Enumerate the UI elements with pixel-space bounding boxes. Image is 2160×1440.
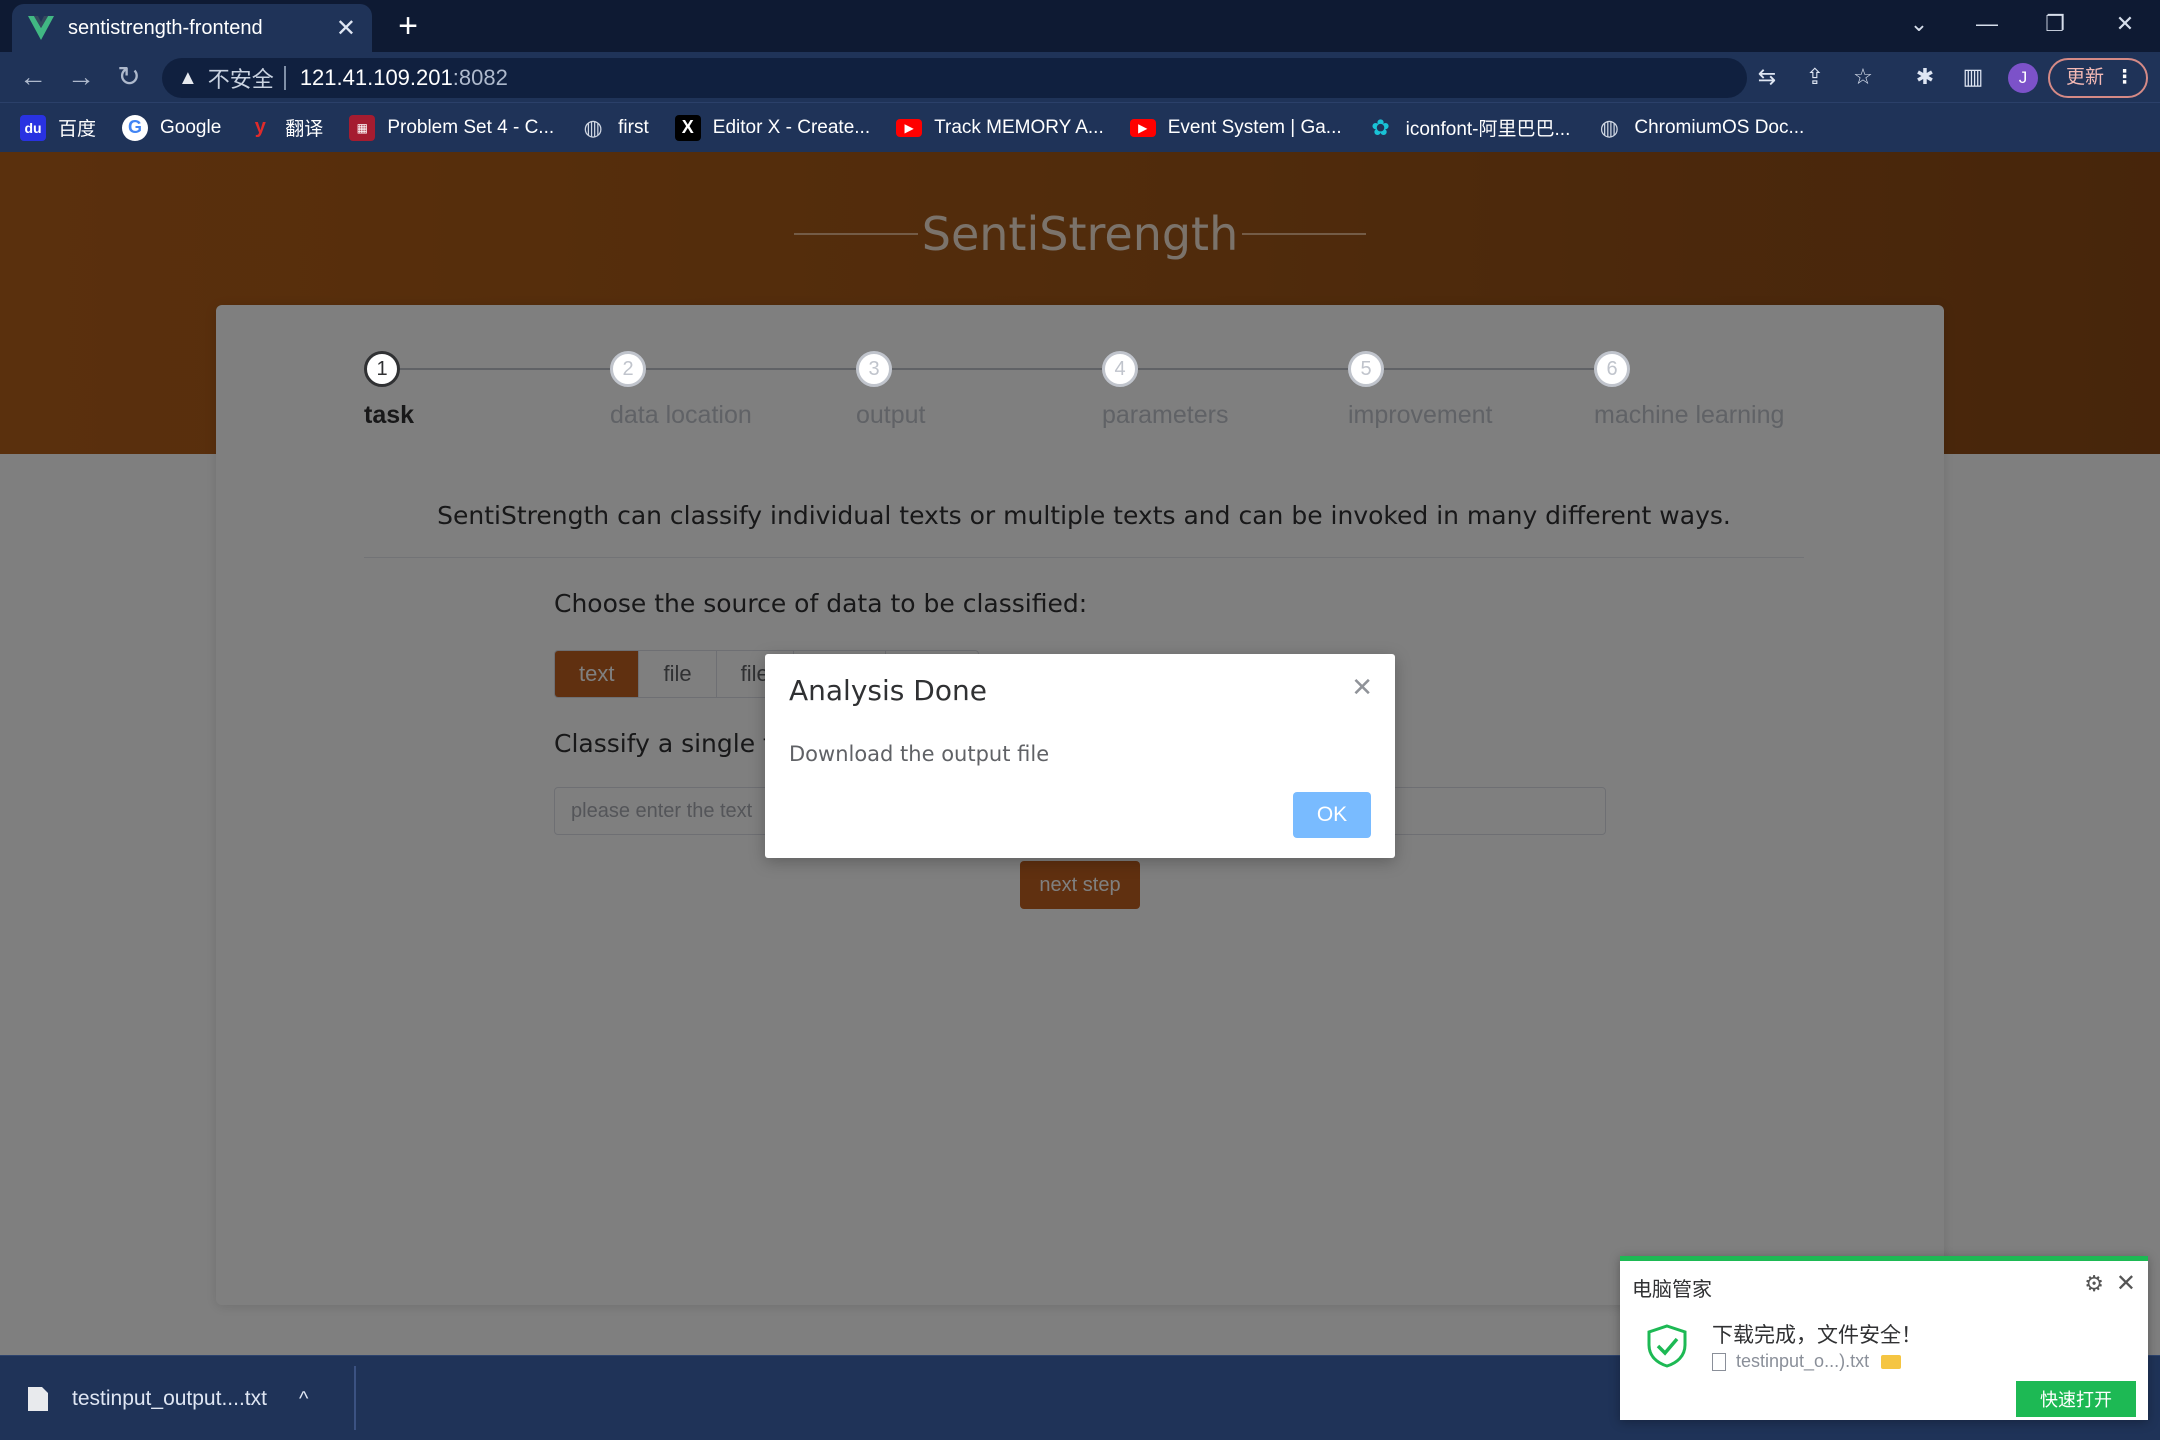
update-button[interactable]: 更新 ⋮	[2048, 58, 2148, 98]
iconfont-icon: ✿	[1371, 114, 1390, 140]
browser-tab[interactable]: sentistrength-frontend ✕	[12, 4, 372, 52]
tab-search-icon[interactable]: ⌄	[1894, 4, 1944, 44]
bookmarks-bar: du 百度 G Google y 翻译 ▦ Problem Set 4 - C... ◍…	[0, 102, 2160, 152]
restore-icon[interactable]: ❐	[2030, 4, 2080, 44]
browser-titlebar: sentistrength-frontend ✕ + ⌄ — ❐ ✕	[0, 0, 2160, 52]
analysis-done-dialog: Analysis Done ✕ Download the output file…	[765, 654, 1395, 858]
file-icon	[28, 1387, 48, 1411]
update-label: 更新	[2066, 67, 2105, 88]
gear-icon[interactable]: ⚙	[2084, 1271, 2104, 1297]
address-bar[interactable]: ▲ 不安全 121.41.109.201 :8082	[162, 58, 1747, 98]
bookmark-label: Editor X - Create...	[712, 116, 871, 138]
step-number: 5	[1348, 351, 1384, 387]
bookmark-item[interactable]: y 翻译	[247, 114, 324, 141]
bookmark-label: Google	[160, 116, 222, 138]
dialog-message: Download the output file	[789, 742, 1050, 766]
step-number: 6	[1594, 351, 1630, 387]
step-number: 1	[364, 351, 400, 387]
share-icon[interactable]: ⇪	[1800, 62, 1830, 92]
folder-icon[interactable]	[1881, 1354, 1902, 1369]
youtube-icon: ▶	[896, 118, 923, 137]
reload-icon[interactable]: ↻	[112, 60, 146, 94]
download-filename: testinput_output....txt	[72, 1387, 267, 1410]
baidu-icon: du	[20, 114, 46, 141]
download-separator	[354, 1366, 356, 1430]
bookmark-label: 翻译	[285, 119, 324, 140]
chevron-up-icon[interactable]: ^	[299, 1388, 308, 1411]
forward-icon[interactable]: →	[64, 60, 98, 94]
tab-close-icon[interactable]: ✕	[336, 14, 356, 43]
harvard-icon: ▦	[349, 114, 376, 141]
step-number: 3	[856, 351, 892, 387]
quick-open-button[interactable]: 快速打开	[2016, 1381, 2136, 1417]
bookmark-label: Track MEMORY A...	[934, 116, 1104, 138]
globe-icon: ◍	[1599, 114, 1619, 140]
menu-kebab-icon: ⋮	[2115, 67, 2134, 88]
browser-toolbar: ← → ↻ ▲ 不安全 121.41.109.201 :8082 ⇆ ⇪ ☆ ✱…	[0, 52, 2160, 102]
dialog-title: Analysis Done	[789, 674, 987, 707]
step-number: 2	[610, 351, 646, 387]
youdao-icon: y	[254, 116, 266, 138]
vue-favicon-icon	[28, 15, 54, 41]
side-panel-icon[interactable]: ▥	[1958, 62, 1988, 92]
dialog-close-icon[interactable]: ✕	[1351, 672, 1373, 703]
toast-close-icon[interactable]: ✕	[2116, 1269, 2136, 1298]
bookmark-item[interactable]: du 百度	[20, 114, 96, 141]
toast-message: 下载完成，文件安全！	[1712, 1324, 1922, 1347]
page-viewport: SentiStrength 1 task 2 data location 3 o…	[0, 152, 2160, 1355]
bookmark-item[interactable]: ✿ iconfont-阿里巴巴...	[1368, 114, 1571, 141]
bookmark-label: first	[618, 116, 649, 138]
bookmark-label: ChromiumOS Doc...	[1634, 116, 1805, 138]
globe-icon: ◍	[583, 114, 603, 140]
bookmark-star-icon[interactable]: ☆	[1848, 62, 1878, 92]
translate-icon[interactable]: ⇆	[1752, 62, 1782, 92]
security-label: 不安全	[207, 67, 274, 92]
google-icon: G	[122, 114, 149, 141]
url-port: :8082	[452, 65, 508, 90]
bookmark-item[interactable]: G Google	[122, 114, 222, 141]
shield-check-icon	[1647, 1324, 1687, 1368]
document-icon	[1712, 1352, 1726, 1371]
editorx-icon: X	[674, 114, 701, 141]
address-separator	[283, 66, 286, 90]
toast-filename: testinput_o...).txt	[1736, 1351, 1870, 1371]
back-icon[interactable]: ←	[16, 60, 50, 94]
bookmark-label: iconfont-阿里巴巴...	[1405, 119, 1571, 140]
security-toast: 电脑管家 ⚙ ✕ 下载完成，文件安全！ testinput_o...).txt …	[1620, 1256, 2148, 1420]
url-host: 121.41.109.201	[299, 65, 453, 90]
bookmark-item[interactable]: ▶ Track MEMORY A...	[896, 117, 1104, 139]
minimize-icon[interactable]: —	[1962, 4, 2012, 44]
bookmark-label: 百度	[58, 119, 97, 140]
bookmark-item[interactable]: ▶ Event System | Ga...	[1129, 116, 1342, 139]
new-tab-button[interactable]: +	[390, 8, 426, 44]
bookmark-label: Problem Set 4 - C...	[387, 116, 555, 138]
toast-title: 电脑管家	[1632, 1279, 1712, 1301]
ok-button[interactable]: OK	[1293, 792, 1371, 838]
bookmark-item[interactable]: ▦ Problem Set 4 - C...	[349, 114, 555, 141]
step-number: 4	[1102, 351, 1138, 387]
warning-icon: ▲	[178, 66, 198, 89]
bookmark-item[interactable]: X Editor X - Create...	[674, 114, 871, 141]
window-close-icon[interactable]: ✕	[2100, 4, 2150, 44]
profile-avatar[interactable]: J	[2008, 63, 2038, 93]
bookmark-item[interactable]: ◍ first	[580, 115, 649, 141]
tab-title: sentistrength-frontend	[68, 16, 263, 39]
bookmark-item[interactable]: ◍ ChromiumOS Doc...	[1596, 114, 1805, 141]
extensions-icon[interactable]: ✱	[1910, 62, 1940, 92]
toast-file: testinput_o...).txt	[1712, 1351, 1902, 1372]
bookmark-label: Event System | Ga...	[1167, 116, 1342, 138]
download-item[interactable]: testinput_output....txt ^	[28, 1376, 308, 1422]
youtube-icon: ▶	[1129, 118, 1156, 137]
